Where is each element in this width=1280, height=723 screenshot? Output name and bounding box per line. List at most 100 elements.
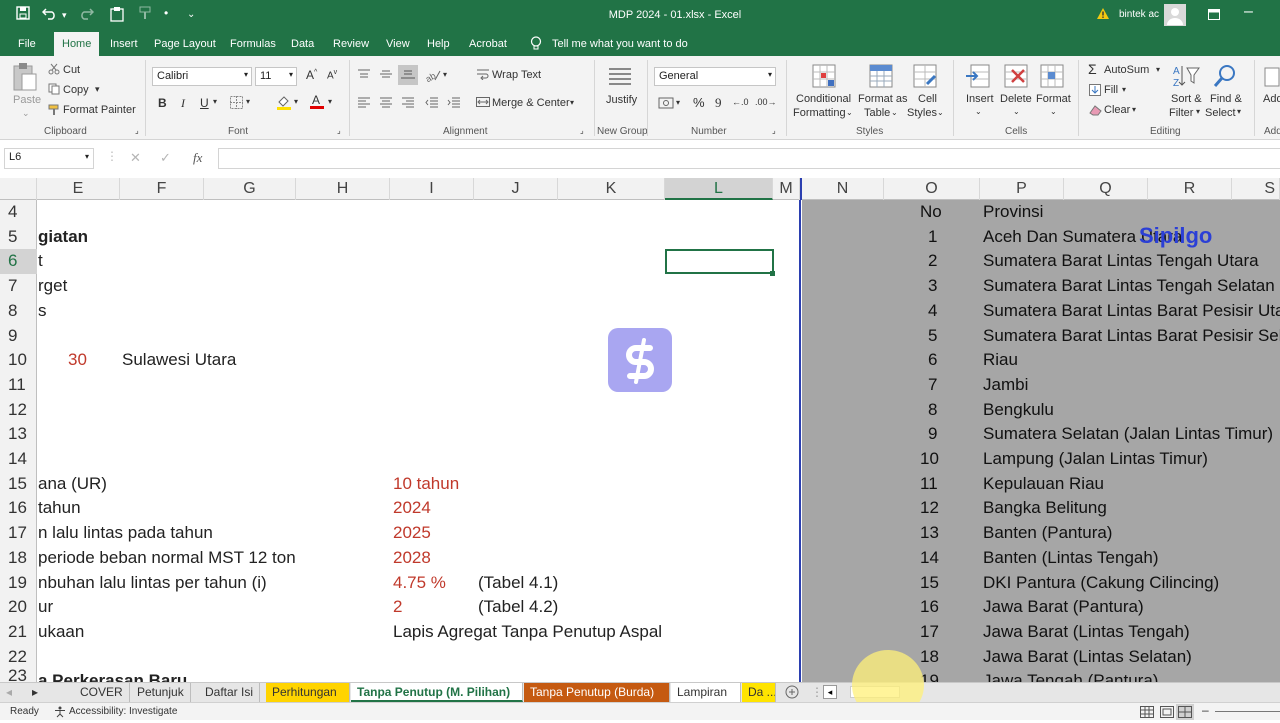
sheet-tab[interactable]: COVER: [74, 683, 130, 702]
bold-button[interactable]: B: [158, 96, 167, 110]
addins-label[interactable]: Add: [1263, 93, 1280, 105]
province-name[interactable]: Jawa Barat (Lintas Tengah): [983, 620, 1190, 645]
grow-font-icon[interactable]: A^: [306, 68, 317, 82]
borders-icon[interactable]: [230, 96, 243, 112]
insert-function-button[interactable]: fx: [193, 150, 202, 166]
merge-dropdown-icon[interactable]: ▾: [570, 98, 574, 107]
format-painter-icon[interactable]: [48, 104, 60, 119]
row-header[interactable]: 7: [0, 274, 37, 299]
province-name[interactable]: Lampung (Jalan Lintas Timur): [983, 447, 1208, 472]
row-header[interactable]: 23: [0, 669, 37, 682]
font-color-icon[interactable]: A: [310, 93, 324, 113]
sort-filter-dropdown-icon[interactable]: ▾: [1196, 107, 1200, 116]
menu-file[interactable]: File: [18, 38, 36, 50]
province-no[interactable]: 14: [920, 546, 939, 571]
accessibility-icon[interactable]: [54, 706, 66, 721]
cell-value[interactable]: 2025: [393, 521, 431, 546]
alignment-launcher-icon[interactable]: ⌟: [580, 126, 584, 135]
row-header[interactable]: 8: [0, 299, 37, 324]
conditional-formatting-label-2[interactable]: Formatting: [793, 107, 846, 119]
cell-styles-label[interactable]: Cell: [918, 93, 937, 105]
column-header[interactable]: H: [296, 178, 390, 200]
province-no[interactable]: 3: [928, 274, 937, 299]
row-header[interactable]: 20: [0, 595, 37, 620]
province-name[interactable]: Jawa Tengah (Pantura): [983, 669, 1158, 682]
underline-button[interactable]: U: [200, 96, 209, 110]
cell-text[interactable]: nbuhan lalu lintas per tahun (i): [38, 571, 267, 596]
accessibility-status[interactable]: Accessibility: Investigate: [69, 706, 177, 717]
row-header[interactable]: 12: [0, 398, 37, 423]
menu-home[interactable]: Home: [54, 32, 100, 56]
font-size-select[interactable]: 11 ▾: [255, 67, 297, 86]
cell-styles-label-2[interactable]: Styles: [907, 107, 937, 119]
cell-text[interactable]: ana (UR): [38, 472, 107, 497]
find-select-icon[interactable]: [1212, 63, 1238, 92]
column-header[interactable]: E: [37, 178, 120, 200]
province-no[interactable]: 8: [928, 398, 937, 423]
cut-button[interactable]: Cut: [63, 64, 80, 76]
row-header[interactable]: 18: [0, 546, 37, 571]
zoom-slider[interactable]: [1215, 711, 1280, 712]
conditional-formatting-label[interactable]: Conditional: [796, 93, 851, 105]
menu-review[interactable]: Review: [333, 38, 369, 50]
borders-dropdown-icon[interactable]: ▾: [246, 97, 250, 106]
italic-button[interactable]: I: [181, 96, 185, 111]
paste-label[interactable]: Paste: [13, 94, 41, 106]
province-name[interactable]: Jambi: [983, 373, 1028, 398]
ribbon-display-icon[interactable]: [1208, 7, 1220, 23]
formula-bar-more-icon[interactable]: ⋮: [106, 149, 118, 163]
province-name[interactable]: Riau: [983, 348, 1018, 373]
cell-styles-dropdown-icon[interactable]: ⌄: [937, 108, 944, 117]
row-header[interactable]: 17: [0, 521, 37, 546]
cell-styles-icon[interactable]: [913, 64, 939, 93]
wrap-text-button[interactable]: Wrap Text: [492, 69, 541, 81]
column-header[interactable]: F: [120, 178, 204, 200]
column-header[interactable]: S: [1232, 178, 1280, 200]
province-no[interactable]: 13: [920, 521, 939, 546]
province-no[interactable]: 11: [920, 472, 938, 497]
column-header[interactable]: P: [980, 178, 1064, 200]
cell-value[interactable]: 2: [393, 595, 402, 620]
avatar[interactable]: [1164, 4, 1186, 26]
province-no[interactable]: 1: [928, 225, 937, 250]
cut-icon[interactable]: [48, 63, 60, 78]
menu-insert[interactable]: Insert: [110, 38, 138, 50]
province-name[interactable]: Sumatera Barat Lintas Tengah Utara: [983, 249, 1259, 274]
align-right-icon[interactable]: [401, 96, 415, 111]
sheet-tab[interactable]: Perhitungan: [266, 683, 350, 702]
cell-text[interactable]: (Tabel 4.2): [478, 595, 558, 620]
minimize-icon[interactable]: –: [1244, 3, 1253, 21]
fill-icon[interactable]: [1089, 84, 1101, 99]
decrease-decimal-icon[interactable]: .00→: [755, 97, 777, 107]
copy-dropdown-icon[interactable]: ▾: [95, 84, 100, 95]
align-left-icon[interactable]: [357, 96, 371, 111]
cell-value[interactable]: 2024: [393, 496, 431, 521]
cell-text[interactable]: ur: [38, 595, 53, 620]
menu-acrobat[interactable]: Acrobat: [469, 38, 507, 50]
cell-text[interactable]: giatan: [38, 225, 88, 250]
addins-icon[interactable]: [1264, 64, 1280, 93]
column-header[interactable]: K: [558, 178, 665, 200]
sheet-tab[interactable]: Petunjuk: [131, 683, 191, 702]
frozen-pane-divider[interactable]: [799, 200, 801, 682]
insert-cells-button[interactable]: Insert: [966, 93, 994, 105]
sheet-tab[interactable]: Tanpa Penutup (Burda): [524, 683, 670, 702]
number-format-select[interactable]: General ▾: [654, 67, 776, 86]
menu-formulas[interactable]: Formulas: [230, 38, 276, 50]
find-select-dropdown-icon[interactable]: ▾: [1237, 107, 1241, 116]
column-header[interactable]: I: [390, 178, 474, 200]
insert-cells-icon[interactable]: [965, 64, 991, 93]
menu-view[interactable]: View: [386, 38, 410, 50]
number-launcher-icon[interactable]: ⌟: [772, 126, 776, 135]
sort-filter-label[interactable]: Sort &: [1171, 93, 1202, 105]
province-name[interactable]: Sumatera Barat Lintas Barat Pesisir Utar…: [983, 299, 1280, 324]
increase-decimal-icon[interactable]: ←.0: [732, 97, 749, 107]
tab-scroll-left-icon[interactable]: ◂: [0, 683, 26, 702]
shrink-font-icon[interactable]: Av: [327, 69, 337, 81]
page-break-view-icon[interactable]: [1176, 704, 1194, 720]
column-header[interactable]: M: [773, 178, 800, 200]
sort-filter-icon[interactable]: AZ: [1172, 63, 1200, 92]
row-header[interactable]: 4: [0, 200, 37, 225]
province-no[interactable]: 7: [928, 373, 937, 398]
justify-icon[interactable]: [608, 66, 632, 91]
